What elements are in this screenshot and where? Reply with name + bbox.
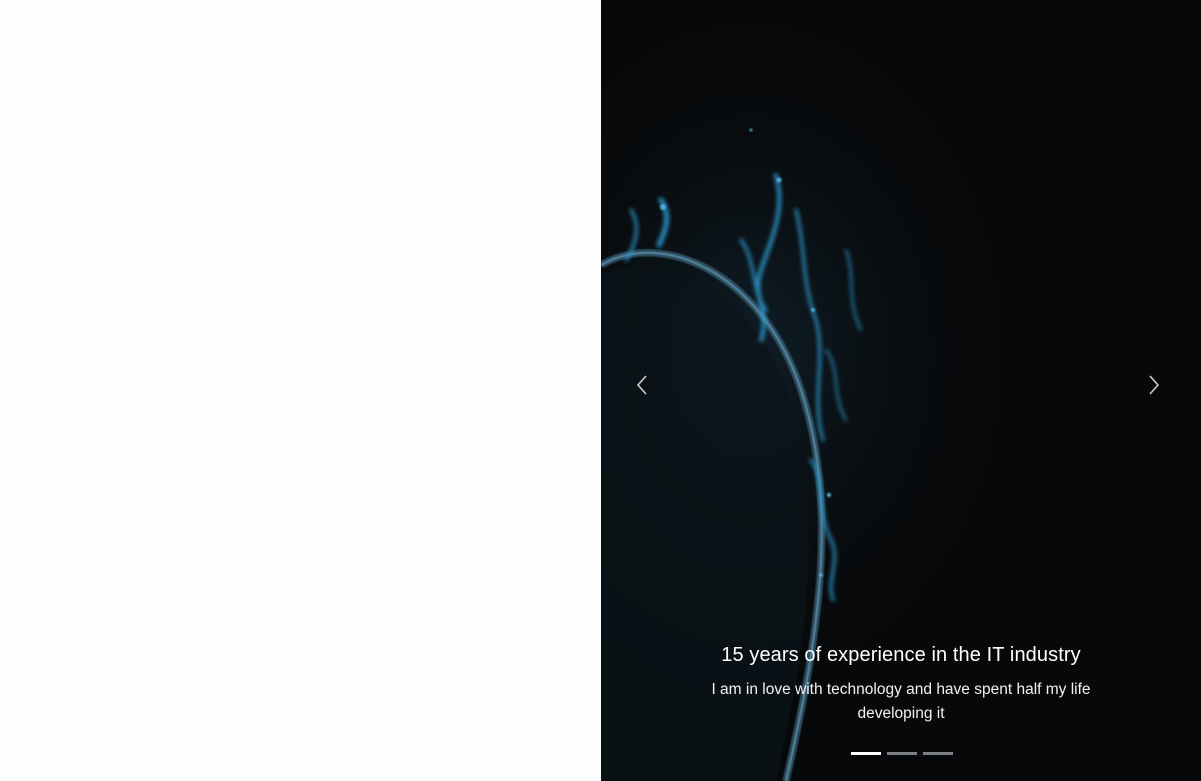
carousel-indicators — [851, 750, 953, 756]
chevron-right-icon — [1149, 375, 1160, 395]
indicator-slide-1[interactable] — [851, 751, 881, 755]
blank-left-panel — [0, 0, 601, 781]
slide-caption: 15 years of experience in the IT industr… — [601, 642, 1201, 726]
slide-title: 15 years of experience in the IT industr… — [721, 644, 1081, 666]
indicator-slide-2[interactable] — [887, 751, 917, 755]
chevron-left-icon — [636, 375, 647, 395]
indicator-slide-3[interactable] — [923, 751, 953, 755]
hero-carousel: 15 years of experience in the IT industr… — [601, 0, 1201, 781]
carousel-next-button[interactable] — [1139, 370, 1169, 400]
carousel-prev-button[interactable] — [627, 370, 657, 400]
slide-description: I am in love with technology and have sp… — [711, 681, 1091, 722]
